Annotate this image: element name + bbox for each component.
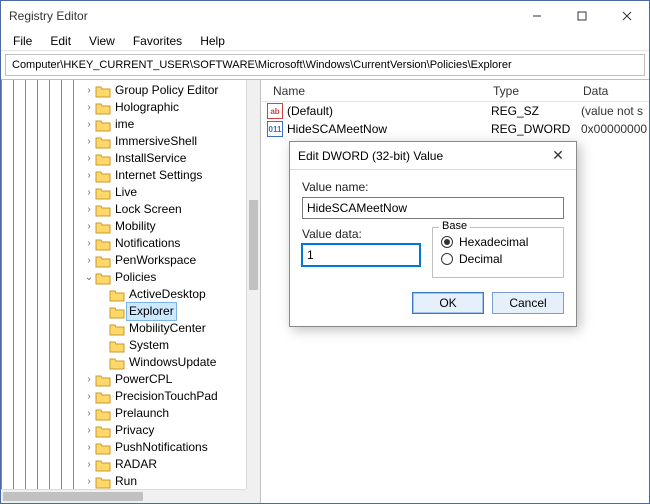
radio-hex-icon bbox=[441, 236, 453, 248]
tree-node[interactable]: ›Prelaunch bbox=[83, 405, 246, 422]
tree-node[interactable]: ›Lock Screen bbox=[83, 201, 246, 218]
tree-node-policies[interactable]: ⌄Policies bbox=[83, 269, 246, 286]
maximize-button[interactable] bbox=[559, 1, 604, 31]
tree-node[interactable]: ›Mobility bbox=[83, 218, 246, 235]
list-row[interactable]: ab(Default)REG_SZ(value not s bbox=[261, 102, 649, 120]
radio-hexadecimal[interactable]: Hexadecimal bbox=[441, 235, 555, 249]
reg-dword-icon: 011 bbox=[267, 121, 283, 137]
window-title: Registry Editor bbox=[9, 9, 514, 23]
tree-horizontal-scrollbar[interactable] bbox=[1, 489, 246, 503]
tree-node[interactable]: System bbox=[97, 337, 246, 354]
col-name[interactable]: Name bbox=[267, 84, 487, 98]
tree-node[interactable]: ›PenWorkspace bbox=[83, 252, 246, 269]
dialog-titlebar: Edit DWORD (32-bit) Value ✕ bbox=[290, 142, 576, 170]
tree-node[interactable]: ›Internet Settings bbox=[83, 167, 246, 184]
reg-sz-icon: ab bbox=[267, 103, 283, 119]
dialog-title: Edit DWORD (32-bit) Value bbox=[298, 149, 548, 163]
tree-node[interactable]: MobilityCenter bbox=[97, 320, 246, 337]
value-name-input[interactable] bbox=[302, 197, 564, 219]
menu-edit[interactable]: Edit bbox=[42, 33, 79, 49]
close-button[interactable] bbox=[604, 1, 649, 31]
titlebar: Registry Editor bbox=[1, 1, 649, 31]
tree-node[interactable]: ›Live bbox=[83, 184, 246, 201]
tree-pane: ›Group Policy Editor›Holographic›ime›Imm… bbox=[1, 80, 261, 503]
address-text: Computer\HKEY_CURRENT_USER\SOFTWARE\Micr… bbox=[12, 59, 512, 71]
menu-help[interactable]: Help bbox=[192, 33, 233, 49]
list-header: Name Type Data bbox=[261, 80, 649, 102]
menubar: File Edit View Favorites Help bbox=[1, 31, 649, 51]
base-group: Base Hexadecimal Decimal bbox=[432, 227, 564, 278]
tree-node[interactable]: ›PushNotifications bbox=[83, 439, 246, 456]
tree-node[interactable]: ›PowerCPL bbox=[83, 371, 246, 388]
tree-node[interactable]: ›Privacy bbox=[83, 422, 246, 439]
registry-editor-window: Registry Editor File Edit View Favorites… bbox=[0, 0, 650, 504]
minimize-button[interactable] bbox=[514, 1, 559, 31]
edit-dword-dialog: Edit DWORD (32-bit) Value ✕ Value name: … bbox=[289, 141, 577, 327]
tree-node[interactable]: ActiveDesktop bbox=[97, 286, 246, 303]
tree-node[interactable]: ›InstallService bbox=[83, 150, 246, 167]
scroll-corner bbox=[246, 489, 260, 503]
tree-node[interactable]: ›RADAR bbox=[83, 456, 246, 473]
tree-node[interactable]: WindowsUpdate bbox=[97, 354, 246, 371]
col-data[interactable]: Data bbox=[577, 84, 649, 98]
value-data-label: Value data: bbox=[302, 227, 420, 241]
menu-file[interactable]: File bbox=[5, 33, 40, 49]
address-bar[interactable]: Computer\HKEY_CURRENT_USER\SOFTWARE\Micr… bbox=[5, 54, 645, 76]
list-row[interactable]: 011HideSCAMeetNowREG_DWORD0x00000000 bbox=[261, 120, 649, 138]
tree-vertical-scrollbar[interactable] bbox=[246, 80, 260, 489]
window-controls bbox=[514, 1, 649, 31]
tree-node[interactable]: ›PrecisionTouchPad bbox=[83, 388, 246, 405]
tree-node[interactable]: ›ime bbox=[83, 116, 246, 133]
menu-view[interactable]: View bbox=[81, 33, 123, 49]
radio-dec-icon bbox=[441, 253, 453, 265]
cancel-button[interactable]: Cancel bbox=[492, 292, 564, 314]
radio-decimal[interactable]: Decimal bbox=[441, 252, 555, 266]
value-name-label: Value name: bbox=[302, 180, 564, 194]
tree-node[interactable]: ›ImmersiveShell bbox=[83, 133, 246, 150]
tree-node[interactable]: ›Run bbox=[83, 473, 246, 489]
menu-favorites[interactable]: Favorites bbox=[125, 33, 190, 49]
tree-node[interactable]: ›Holographic bbox=[83, 99, 246, 116]
radio-dec-label: Decimal bbox=[459, 252, 502, 266]
dialog-close-button[interactable]: ✕ bbox=[548, 147, 568, 164]
col-type[interactable]: Type bbox=[487, 84, 577, 98]
tree-node[interactable]: ›Group Policy Editor bbox=[83, 82, 246, 99]
base-legend: Base bbox=[439, 220, 470, 232]
tree-node[interactable]: ›Notifications bbox=[83, 235, 246, 252]
radio-hex-label: Hexadecimal bbox=[459, 235, 528, 249]
tree-node[interactable]: Explorer bbox=[97, 303, 246, 320]
value-data-input[interactable] bbox=[302, 244, 420, 266]
ok-button[interactable]: OK bbox=[412, 292, 484, 314]
